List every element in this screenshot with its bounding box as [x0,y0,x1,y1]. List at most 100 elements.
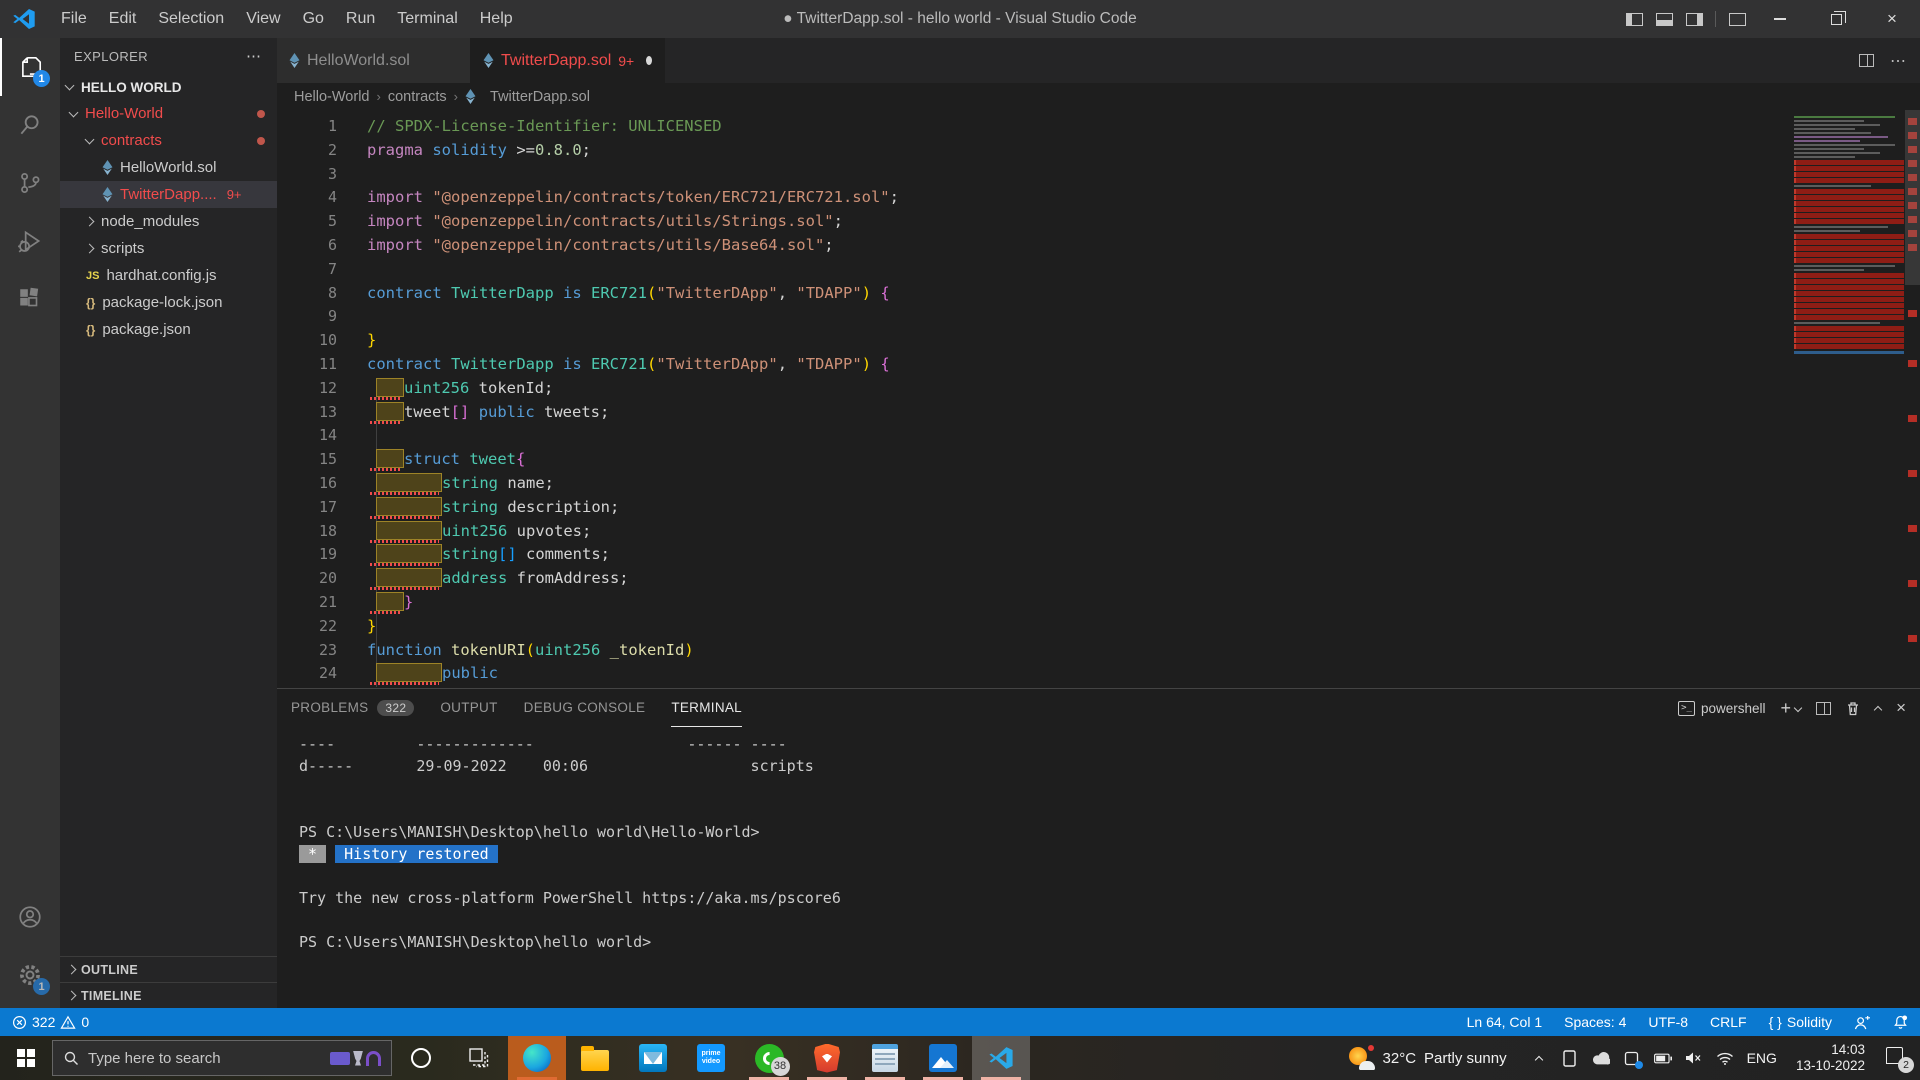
breadcrumb[interactable]: Hello-World › contracts › TwitterDapp.so… [277,83,1920,110]
onedrive-icon[interactable] [1592,1049,1610,1067]
explorer-view-icon[interactable]: 1 [0,38,60,96]
mail-icon[interactable] [624,1036,682,1080]
problems-status[interactable]: 322 0 [12,1014,89,1030]
outline-section[interactable]: OUTLINE [60,956,277,982]
tab-helloworld-sol[interactable]: HelloWorld.sol [277,38,471,83]
language-mode[interactable]: { } Solidity [1769,1014,1832,1030]
tab-twitterdapp-sol[interactable]: TwitterDapp.sol9+ [471,38,665,83]
whitespace-error-box [376,449,404,468]
minimize-button[interactable] [1752,0,1808,38]
menu-help[interactable]: Help [469,10,524,28]
cursor-position[interactable]: Ln 64, Col 1 [1467,1014,1543,1030]
account-icon[interactable] [0,888,60,946]
menu-edit[interactable]: Edit [98,10,148,28]
action-center-icon[interactable]: 2 [1886,1047,1910,1069]
panel-tab-terminal[interactable]: TERMINAL [671,689,742,727]
split-terminal-icon[interactable] [1816,702,1831,715]
tree-item-contracts[interactable]: contracts [60,127,277,154]
split-editor-icon[interactable] [1859,54,1874,67]
eol-sequence[interactable]: CRLF [1710,1014,1747,1030]
terminal-shell-selector[interactable]: >_ powershell [1678,701,1766,716]
settings-gear-icon[interactable]: 1 [0,946,60,1004]
tree-item-node-modules[interactable]: node_modules [60,208,277,235]
new-terminal-button[interactable]: + [1781,698,1802,719]
start-button[interactable] [0,1036,52,1080]
breadcrumb-folder[interactable]: Hello-World [294,89,369,105]
solidity-file-icon [483,53,494,68]
tree-item-scripts[interactable]: scripts [60,235,277,262]
menu-go[interactable]: Go [292,10,335,28]
timeline-section[interactable]: TIMELINE [60,982,277,1008]
breadcrumb-folder[interactable]: contracts [388,89,447,105]
menu-terminal[interactable]: Terminal [386,10,468,28]
feedback-icon[interactable] [1854,1015,1871,1030]
edge-icon[interactable] [508,1036,566,1080]
encoding[interactable]: UTF-8 [1648,1014,1688,1030]
panel-tab-output[interactable]: OUTPUT [440,689,497,727]
menu-run[interactable]: Run [335,10,386,28]
run-debug-icon[interactable] [0,212,60,270]
wifi-icon[interactable] [1716,1049,1734,1067]
menu-view[interactable]: View [235,10,291,28]
close-panel-icon[interactable]: × [1896,698,1906,718]
notifications-bell-icon[interactable] [1893,1014,1908,1030]
close-button[interactable]: × [1864,0,1920,38]
volume-muted-icon[interactable] [1685,1049,1703,1067]
terminal-line: ---- ------------- ------ ---- [299,733,1920,755]
tree-item-package-json[interactable]: {}package.json [60,316,277,343]
weather-widget[interactable]: 32°C Partly sunny [1349,1045,1507,1071]
extensions-icon[interactable] [0,270,60,328]
whitespace-error-box [376,544,442,563]
clock[interactable]: 14:03 13-10-2022 [1796,1042,1865,1074]
search-icon [63,1050,79,1066]
menu-selection[interactable]: Selection [147,10,235,28]
search-input[interactable]: Type here to search [52,1040,392,1076]
terminal[interactable]: ---- ------------- ------ ----d----- 29-… [277,727,1920,1008]
line-number: 20 [277,567,337,591]
terminal-line: Try the new cross-platform PowerShell ht… [299,887,1920,909]
restore-button[interactable] [1808,0,1864,38]
code-editor[interactable]: 1// SPDX-License-Identifier: UNLICENSED2… [277,110,1920,688]
explorer-actions-icon[interactable]: ⋯ [246,47,263,65]
more-actions-icon[interactable]: ⋯ [1890,51,1908,71]
photos-icon[interactable] [914,1036,972,1080]
file-explorer-icon[interactable] [566,1036,624,1080]
line-number: 19 [277,543,337,567]
maximize-panel-icon[interactable] [1874,706,1882,714]
tree-item-package-lock-json[interactable]: {}package-lock.json [60,289,277,316]
customize-layout-icon[interactable] [1722,0,1752,38]
search-view-icon[interactable] [0,96,60,154]
toggle-secondary-sidebar-icon[interactable] [1679,0,1709,38]
tree-item-hardhat-config-js[interactable]: JShardhat.config.js [60,262,277,289]
notepad-icon[interactable] [856,1036,914,1080]
code-line: 5import "@openzeppelin/contracts/utils/S… [277,210,1920,234]
error-mark [1908,635,1917,642]
breadcrumb-file[interactable]: TwitterDapp.sol [490,89,590,105]
show-hidden-icons-chevron[interactable] [1530,1049,1548,1067]
code-line: 8contract TwitterDapp is ERC721("Twitter… [277,282,1920,306]
panel-tab-debug-console[interactable]: DEBUG CONSOLE [524,689,646,727]
task-view-icon[interactable] [450,1036,508,1080]
tree-item-twitterdapp[interactable]: TwitterDapp....9+ [60,181,277,208]
tree-item-helloworld-sol[interactable]: HelloWorld.sol [60,154,277,181]
edge-update-icon[interactable] [1623,1049,1641,1067]
menu-file[interactable]: File [50,10,98,28]
scrollbar-thumb[interactable] [1905,110,1920,285]
kill-terminal-icon[interactable] [1846,701,1860,716]
source-control-icon[interactable] [0,154,60,212]
prime-video-icon[interactable]: prime video [682,1036,740,1080]
brave-icon[interactable] [798,1036,856,1080]
tree-item-hello-world[interactable]: Hello-World [60,100,277,127]
cortana-icon[interactable] [392,1036,450,1080]
your-phone-icon[interactable] [1561,1049,1579,1067]
toggle-panel-icon[interactable] [1649,0,1679,38]
panel-tab-problems[interactable]: PROBLEMS322 [291,689,414,727]
whatsapp-icon[interactable]: 38 [740,1036,798,1080]
workspace-root-folder[interactable]: HELLO WORLD [60,74,277,100]
minimap[interactable] [1794,114,1904,356]
language-indicator[interactable]: ENG [1747,1050,1777,1066]
toggle-sidebar-icon[interactable] [1619,0,1649,38]
indentation[interactable]: Spaces: 4 [1564,1014,1626,1030]
vscode-taskbar-icon[interactable] [972,1036,1030,1080]
battery-icon[interactable] [1654,1049,1672,1067]
